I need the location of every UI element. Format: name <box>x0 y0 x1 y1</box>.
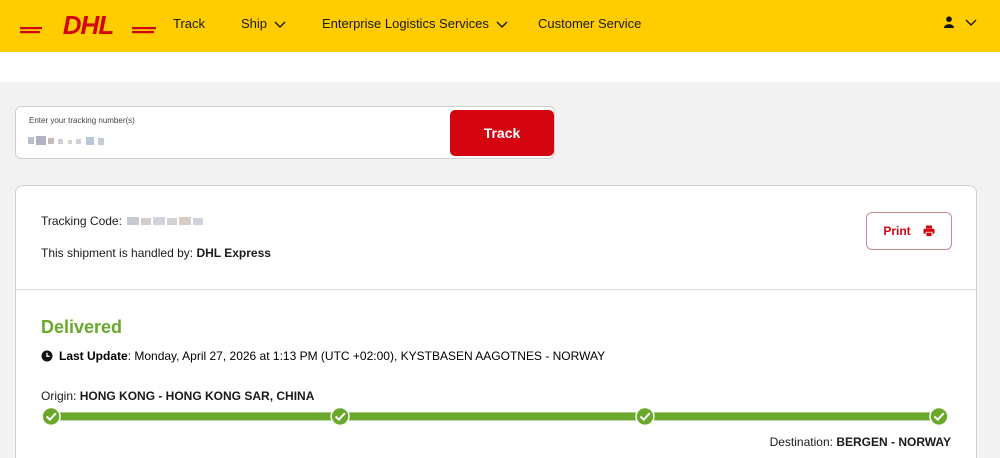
destination-row: Destination: BERGEN - NORWAY <box>770 435 951 449</box>
handled-by-label: This shipment is handled by: <box>41 246 194 260</box>
print-label: Print <box>883 224 911 238</box>
redacted-tracking-code <box>127 217 204 225</box>
progress-step-check-icon <box>635 406 655 427</box>
shipment-status: Delivered <box>41 317 123 337</box>
progress-step-check-icon <box>41 406 61 427</box>
tracking-code-row: Tracking Code: <box>41 214 207 228</box>
nav-customer-service[interactable]: Customer Service <box>538 16 641 31</box>
chevron-down-icon <box>965 19 977 26</box>
nav-ship[interactable]: Ship <box>241 16 287 31</box>
card-divider <box>16 289 976 290</box>
top-navigation: DHL Track Ship Enterprise Logistics Serv… <box>0 0 1000 52</box>
progress-step-check-icon <box>330 406 350 427</box>
dhl-logo[interactable]: DHL <box>20 12 156 38</box>
origin-label: Origin: <box>41 389 77 403</box>
clock-icon <box>41 350 53 362</box>
svg-text:DHL: DHL <box>63 12 114 38</box>
nav-enterprise-logistics[interactable]: Enterprise Logistics Services <box>322 16 509 31</box>
track-button[interactable]: Track <box>450 110 554 156</box>
printer-icon <box>923 225 935 237</box>
origin-row: Origin: HONG KONG - HONG KONG SAR, CHINA <box>41 389 314 403</box>
nav-ship-label: Ship <box>241 16 268 31</box>
chevron-down-icon <box>274 21 286 28</box>
destination-value: BERGEN - NORWAY <box>836 435 951 449</box>
chevron-down-icon <box>496 21 508 28</box>
nav-customer-service-label: Customer Service <box>538 16 642 31</box>
handled-by-row: This shipment is handled by: DHL Express <box>41 246 271 260</box>
user-icon <box>944 16 954 28</box>
shipment-card: Tracking Code: This shipment is handled … <box>15 185 977 458</box>
tracking-code-label: Tracking Code: <box>41 214 122 228</box>
last-update-label: Last Update <box>59 349 128 363</box>
progress-step-check-icon <box>929 406 949 427</box>
header-spacer <box>0 52 1000 82</box>
nav-track-label: Track <box>173 16 206 31</box>
nav-track[interactable]: Track <box>173 16 205 31</box>
last-update-row: Last Update: Monday, April 27, 2026 at 1… <box>41 349 605 363</box>
progress-track <box>51 412 939 421</box>
destination-label: Destination: <box>769 435 833 449</box>
handler-name: DHL Express <box>196 246 271 260</box>
print-button[interactable]: Print <box>866 212 952 250</box>
user-menu[interactable] <box>944 15 978 29</box>
tracking-input-label: Enter your tracking number(s) <box>29 116 135 125</box>
origin-value: HONG KONG - HONG KONG SAR, CHINA <box>79 389 315 403</box>
nav-enterprise-label: Enterprise Logistics Services <box>322 16 489 31</box>
tracking-number-field[interactable]: Enter your tracking number(s) Track <box>15 106 555 159</box>
last-update-value: : Monday, April 27, 2026 at 1:13 PM (UTC… <box>127 349 606 363</box>
redacted-tracking-number[interactable] <box>28 134 118 147</box>
